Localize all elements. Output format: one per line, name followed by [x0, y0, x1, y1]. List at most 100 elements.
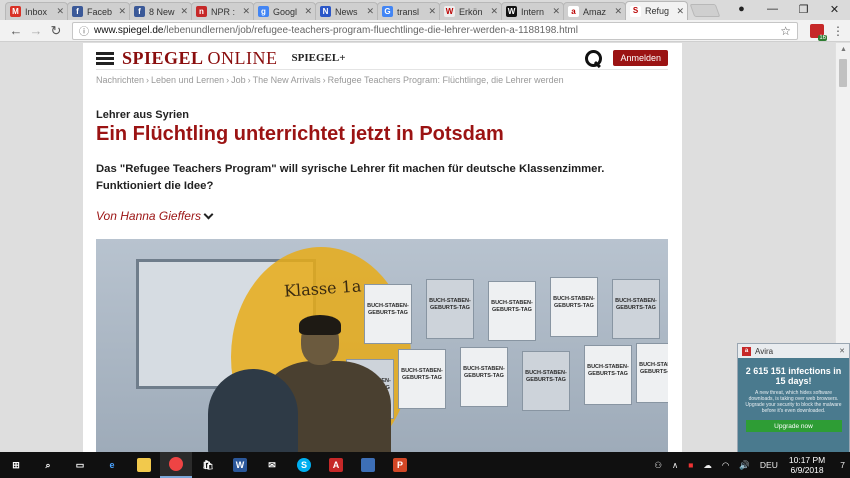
- birthday-poster: BUCH-STABEN-GEBURTS-TAG: [426, 279, 474, 339]
- chrome-icon: [169, 457, 183, 471]
- tab-8[interactable]: W Intern ✕: [501, 2, 564, 20]
- info-icon[interactable]: ⓘ: [79, 23, 89, 38]
- tray-chevron-up-icon[interactable]: ∧: [672, 460, 678, 471]
- shield-icon: [361, 458, 375, 472]
- wifi-icon[interactable]: ◠: [722, 460, 729, 471]
- minimize-button[interactable]: —: [757, 3, 788, 15]
- login-button[interactable]: Anmelden: [613, 50, 668, 66]
- tab-close-icon[interactable]: ✕: [56, 6, 64, 17]
- hamburger-menu-icon[interactable]: [96, 51, 114, 65]
- student-figure: [208, 369, 298, 452]
- tab-close-icon[interactable]: ✕: [552, 6, 560, 17]
- tab-5[interactable]: N News ✕: [315, 2, 378, 20]
- site-header: SPIEGEL ONLINE SPIEGEL+ Anmelden: [96, 47, 668, 70]
- reload-button[interactable]: ↻: [46, 23, 66, 39]
- chrome-app[interactable]: [160, 452, 192, 478]
- breadcrumb-link[interactable]: Refugee Teachers Program: Flüchtlinge, d…: [328, 75, 564, 85]
- edge-app[interactable]: e: [96, 452, 128, 478]
- browser-tab-strip: M Inbox ✕ f Faceb ✕ f 8 New ✕ n NPR : ✕ g Googl ✕ N News…: [0, 0, 850, 20]
- tab-label: Intern: [521, 6, 545, 17]
- tab-label: Refug: [645, 6, 670, 16]
- chevron-down-icon[interactable]: [203, 209, 214, 219]
- file-explorer-app[interactable]: [128, 452, 160, 478]
- browser-menu-icon[interactable]: ⋮: [832, 24, 844, 38]
- tab-9[interactable]: a Amaz ✕: [563, 2, 626, 20]
- tab-close-icon[interactable]: ✕: [118, 6, 126, 17]
- breadcrumb-separator: ›: [146, 75, 150, 85]
- gmail-icon: M: [10, 6, 21, 17]
- birthday-poster: BUCH-STABEN-GEBURTS-TAG: [398, 349, 446, 409]
- tab-10[interactable]: S Refug ✕: [625, 1, 688, 20]
- store-app[interactable]: 🛍: [192, 452, 224, 478]
- avira-text: A new threat, which hides software downl…: [745, 390, 842, 414]
- tab-label: Amaz: [583, 6, 607, 17]
- tab-close-icon[interactable]: ✕: [304, 6, 312, 17]
- clock[interactable]: 10:17 PM 6/9/2018: [789, 455, 825, 475]
- tab-1[interactable]: f Faceb ✕: [67, 2, 130, 20]
- back-button[interactable]: ←: [6, 23, 26, 38]
- spiegel-online-logo[interactable]: SPIEGEL ONLINE: [122, 48, 278, 69]
- scroll-thumb[interactable]: [839, 59, 847, 87]
- avira-logo-icon: a: [742, 346, 751, 356]
- cloud-icon[interactable]: ☁: [703, 460, 712, 471]
- tab-label: transl: [397, 6, 420, 17]
- volume-icon[interactable]: 🔊: [739, 460, 750, 471]
- birthday-poster: BUCH-STABEN-GEBURTS-TAG: [584, 345, 632, 405]
- tab-label: News: [335, 6, 358, 17]
- tab-close-icon[interactable]: ✕: [614, 6, 622, 17]
- new-tab-button[interactable]: [689, 4, 721, 17]
- word-app[interactable]: W: [224, 452, 256, 478]
- tab-6[interactable]: Gtransl ✕: [377, 2, 440, 20]
- breadcrumb-separator: ›: [322, 75, 326, 85]
- breadcrumb-link[interactable]: Job: [231, 75, 246, 85]
- upgrade-now-button[interactable]: Upgrade now: [745, 420, 842, 432]
- tab-label: Inbox: [25, 6, 48, 17]
- search-taskbar-button[interactable]: ⌕: [32, 452, 64, 478]
- acrobat-app[interactable]: A: [320, 452, 352, 478]
- tab-close-icon[interactable]: ✕: [428, 6, 436, 17]
- notifications-icon[interactable]: 7: [840, 460, 845, 470]
- tab-close-icon[interactable]: ✕: [242, 6, 250, 17]
- wikipedia-icon: W: [444, 6, 455, 17]
- language-indicator[interactable]: DEU: [760, 460, 778, 470]
- word-icon: W: [233, 458, 247, 472]
- url-domain: www.spiegel.de: [94, 25, 164, 36]
- tab-4[interactable]: g Googl ✕: [253, 2, 316, 20]
- breadcrumb-link[interactable]: Nachrichten: [96, 75, 144, 85]
- maximize-button[interactable]: ❐: [788, 3, 819, 16]
- powerpoint-app[interactable]: P: [384, 452, 416, 478]
- tab-close-icon[interactable]: ✕: [676, 6, 684, 17]
- bookmark-star-icon[interactable]: ☆: [780, 24, 791, 38]
- search-icon[interactable]: [585, 50, 603, 67]
- store-icon: 🛍: [202, 459, 214, 470]
- profile-icon[interactable]: ●: [726, 3, 757, 15]
- avira-tray-icon[interactable]: ■: [688, 460, 693, 470]
- scroll-up-arrow-icon[interactable]: ▲: [840, 46, 847, 53]
- close-window-button[interactable]: ✕: [819, 3, 850, 16]
- birthday-poster: BUCH-STABEN-GEBURTS-TAG: [488, 281, 536, 341]
- tab-close-icon[interactable]: ✕: [490, 6, 498, 17]
- extension-icon[interactable]: 16: [810, 23, 827, 41]
- avira-title: 2 615 151 infections in 15 days!: [745, 366, 842, 386]
- tab-7[interactable]: W Erkön ✕: [439, 2, 502, 20]
- breadcrumb-link[interactable]: Leben und Lernen: [151, 75, 224, 85]
- people-icon[interactable]: ⚇: [654, 460, 662, 471]
- spiegel-plus-link[interactable]: SPIEGEL+: [292, 52, 346, 64]
- clock-date: 6/9/2018: [790, 465, 824, 475]
- start-button[interactable]: ⊞: [0, 452, 32, 478]
- avira-close-icon[interactable]: ✕: [839, 347, 845, 355]
- article-photo[interactable]: Klasse 1a BUCH-STABEN-GEBURTS-TAG BUCH-ST…: [96, 239, 668, 452]
- tab-2[interactable]: f 8 New ✕: [129, 2, 192, 20]
- shield-app[interactable]: [352, 452, 384, 478]
- address-bar[interactable]: ⓘ www.spiegel.de/lebenundlernen/job/refu…: [72, 21, 798, 40]
- mail-app[interactable]: ✉: [256, 452, 288, 478]
- tab-0[interactable]: M Inbox ✕: [5, 2, 68, 20]
- forward-button[interactable]: →: [26, 23, 46, 38]
- task-view-button[interactable]: ▭: [64, 452, 96, 478]
- skype-app[interactable]: S: [288, 452, 320, 478]
- breadcrumb-link[interactable]: The New Arrivals: [253, 75, 321, 85]
- author-byline[interactable]: Von Hanna Gieffers: [96, 209, 214, 223]
- tab-3[interactable]: n NPR : ✕: [191, 2, 254, 20]
- tab-close-icon[interactable]: ✕: [180, 6, 188, 17]
- tab-close-icon[interactable]: ✕: [366, 6, 374, 17]
